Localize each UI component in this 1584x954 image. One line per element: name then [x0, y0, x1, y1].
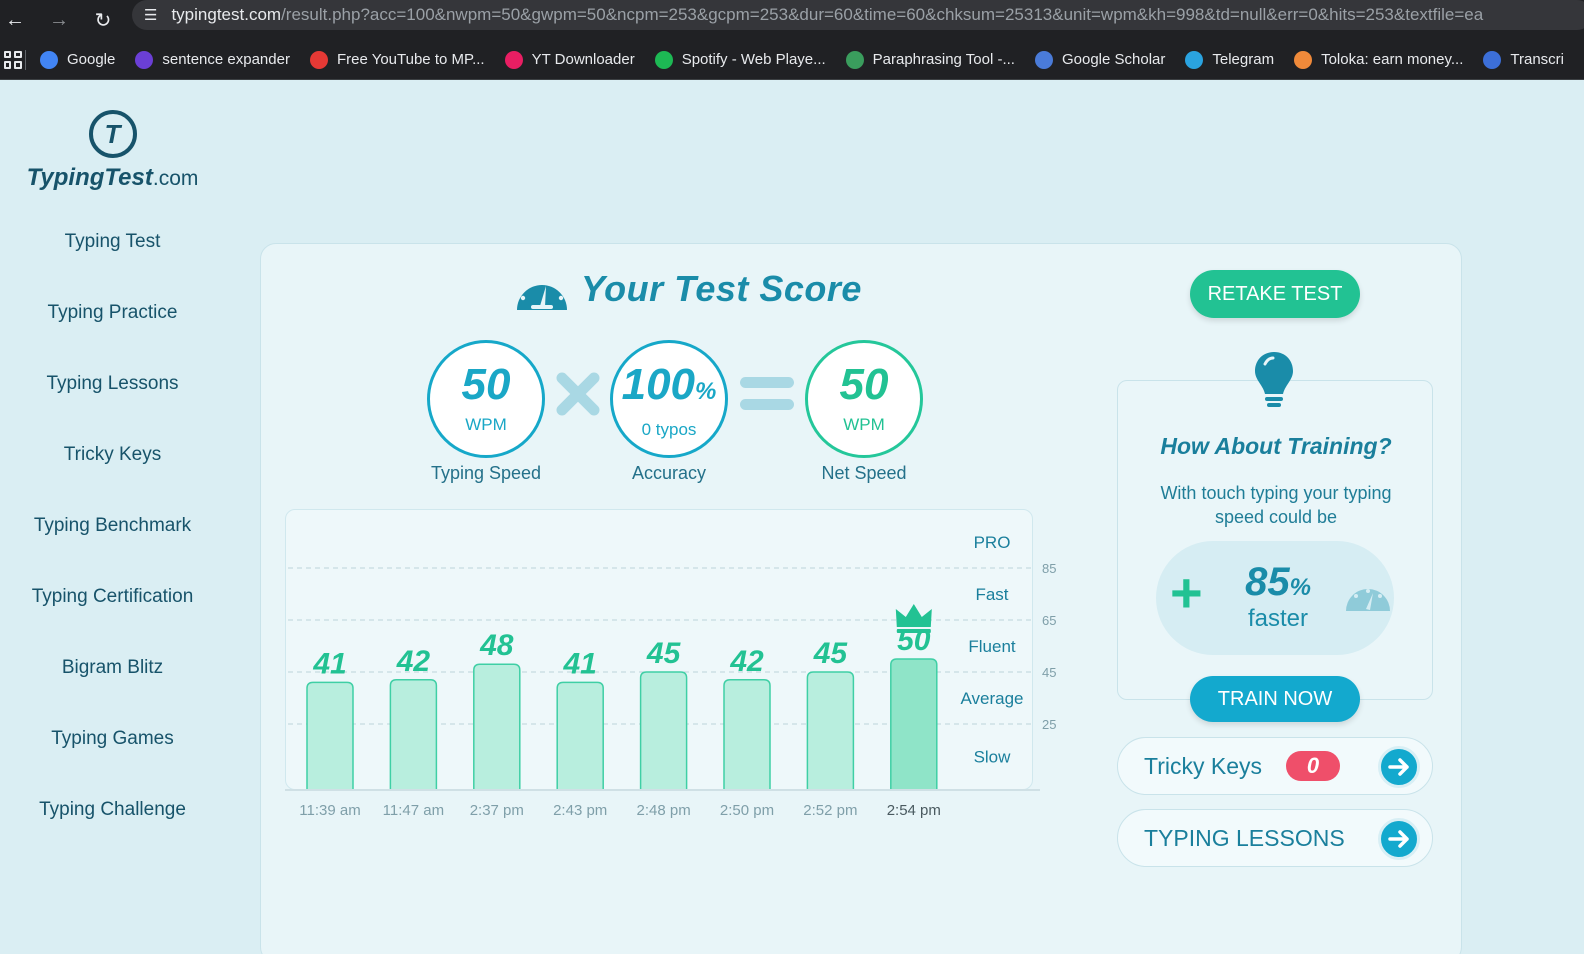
sidebar-item-typing-test[interactable]: Typing Test	[0, 220, 225, 291]
robot-icon	[845, 50, 864, 69]
chart-baseline	[285, 789, 1040, 791]
sidebar-item-typing-lessons[interactable]: Typing Lessons	[0, 362, 225, 433]
accuracy-percent-sign: %	[695, 378, 717, 405]
accuracy-number: 100	[621, 360, 696, 409]
training-description: With touch typing your typing speed coul…	[1160, 483, 1392, 527]
google-icon	[39, 50, 58, 69]
bookmark-item[interactable]: Google Scholar	[1034, 50, 1166, 69]
bookmark-item[interactable]: Telegram	[1185, 50, 1275, 69]
bookmark-label: Google	[66, 51, 116, 68]
speedometer-icon	[1346, 589, 1390, 611]
equals-icon	[740, 377, 794, 410]
bookmarks-bar: Google sentence expander Free YouTube to M…	[0, 40, 1584, 80]
tricky-keys-count-badge: 0	[1286, 751, 1340, 781]
bookmark-label: Free YouTube to MP...	[336, 51, 485, 68]
accuracy-label: Accuracy	[631, 463, 707, 483]
bookmark-label: Spotify - Web Playe...	[681, 51, 826, 68]
typing-lessons-label: TYPING LESSONS	[1144, 824, 1345, 851]
speed-boost-bubble: + 85% faster	[1156, 541, 1394, 655]
bookmark-item[interactable]: sentence expander	[135, 50, 290, 69]
typos-count: 0 typos	[641, 420, 697, 439]
arrow-right-icon[interactable]	[1378, 818, 1420, 860]
net-speed-circle: 50 WPM	[805, 340, 923, 458]
bookmarks-divider	[25, 49, 26, 70]
accuracy-value: 100%	[613, 361, 725, 416]
sidebar-item-typing-certification[interactable]: Typing Certification	[0, 575, 225, 646]
boost-value: 85%	[1228, 559, 1328, 611]
typing-speed-circle: 50 WPM	[427, 340, 545, 458]
forward-arrow-icon[interactable]: →	[44, 0, 74, 40]
training-title: How About Training?	[1160, 433, 1392, 459]
cloud-download-icon	[309, 50, 328, 69]
bookmark-list: Google sentence expander Free YouTube to M…	[39, 50, 1584, 69]
logo-wordmark: TypingTest.com	[20, 164, 205, 192]
boost-percent-sign: %	[1289, 574, 1311, 601]
train-now-button[interactable]: TRAIN NOW	[1190, 676, 1360, 722]
site-logo[interactable]: T TypingTest.com	[20, 110, 205, 192]
speedometer-icon	[517, 276, 567, 310]
transcribe-icon	[1483, 50, 1502, 69]
url-host: typingtest.com	[171, 5, 282, 24]
w-logo-icon	[135, 50, 154, 69]
back-arrow-icon[interactable]: ←	[0, 0, 30, 40]
score-heading: Your Test Score	[513, 266, 862, 312]
sidebar-item-typing-practice[interactable]: Typing Practice	[0, 291, 225, 362]
toloka-icon	[1294, 50, 1313, 69]
retake-test-button[interactable]: RETAKE TEST	[1190, 270, 1360, 318]
browser-toolbar: ← → ↻ ☰ typingtest.com/result.php?acc=10…	[0, 0, 1584, 40]
typing-speed-value: 50	[461, 360, 511, 409]
tricky-keys-link[interactable]: Tricky Keys 0	[1117, 737, 1433, 795]
bookmark-item[interactable]: Google	[39, 50, 116, 69]
url-path: /result.php?acc=100&nwpm=50&gwpm=50&ncpm…	[281, 5, 1484, 24]
bookmark-label: Transcri	[1510, 51, 1564, 68]
boost-word: faster	[1247, 605, 1309, 632]
sidebar-nav: Typing Test Typing Practice Typing Lessons…	[0, 220, 225, 859]
bookmark-label: Toloka: earn money...	[1321, 51, 1464, 68]
sidebar-item-typing-benchmark[interactable]: Typing Benchmark	[0, 504, 225, 575]
page-title: Your Test Score	[581, 268, 862, 309]
sidebar-item-tricky-keys[interactable]: Tricky Keys	[0, 433, 225, 504]
net-speed-label: Net Speed	[821, 463, 907, 483]
boost-number: 85	[1245, 560, 1290, 604]
yt-downloader-icon	[504, 50, 523, 69]
plus-icon: +	[1170, 561, 1203, 624]
bookmark-label: Google Scholar	[1061, 51, 1166, 68]
net-speed-value: 50	[839, 360, 889, 409]
reload-icon[interactable]: ↻	[88, 0, 118, 40]
bookmark-label: sentence expander	[162, 51, 290, 68]
training-panel: How About Training? With touch typing yo…	[1117, 380, 1433, 700]
typingtest-logo-icon: T	[88, 110, 137, 158]
typing-lessons-link[interactable]: TYPING LESSONS	[1117, 809, 1433, 867]
net-speed-unit: WPM	[843, 415, 885, 434]
logo-name: TypingTest	[26, 164, 153, 191]
apps-grid-icon[interactable]	[0, 50, 25, 69]
bookmark-item[interactable]: YT Downloader	[504, 50, 635, 69]
sidebar-item-bigram-blitz[interactable]: Bigram Blitz	[0, 646, 225, 717]
bookmark-item[interactable]: Free YouTube to MP...	[309, 50, 485, 69]
multiply-icon	[556, 372, 600, 416]
sidebar-item-typing-games[interactable]: Typing Games	[0, 717, 225, 788]
tune-icon[interactable]: ☰	[144, 6, 157, 24]
bookmark-label: YT Downloader	[531, 51, 635, 68]
sidebar-item-typing-challenge[interactable]: Typing Challenge	[0, 788, 225, 859]
bookmark-item[interactable]: Transcri	[1483, 50, 1564, 69]
typing-speed-label: Typing Speed	[430, 463, 542, 483]
bookmark-item[interactable]: Paraphrasing Tool -...	[845, 50, 1015, 69]
arrow-right-icon[interactable]	[1378, 746, 1420, 788]
tricky-keys-label: Tricky Keys	[1144, 752, 1262, 779]
scholar-cap-icon	[1034, 50, 1053, 69]
lightbulb-icon	[1255, 352, 1293, 407]
history-chart-panel	[285, 509, 1033, 790]
bookmark-label: Paraphrasing Tool -...	[872, 51, 1015, 68]
bookmark-label: Telegram	[1212, 51, 1275, 68]
logo-tld: .com	[152, 167, 199, 190]
bookmark-item[interactable]: Toloka: earn money...	[1294, 50, 1464, 69]
spotify-icon	[654, 50, 673, 69]
accuracy-circle: 100% 0 typos	[610, 340, 728, 458]
bookmark-item[interactable]: Spotify - Web Playe...	[654, 50, 826, 69]
typing-speed-unit: WPM	[465, 415, 507, 434]
telegram-icon	[1185, 50, 1204, 69]
address-bar[interactable]: ☰ typingtest.com/result.php?acc=100&nwpm…	[132, 0, 1584, 30]
